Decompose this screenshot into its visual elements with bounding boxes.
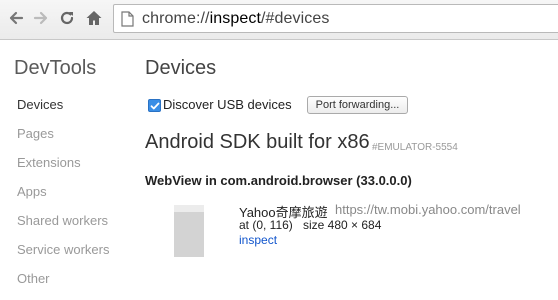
url-host: inspect bbox=[209, 10, 261, 27]
home-icon[interactable] bbox=[84, 8, 104, 28]
page-icon bbox=[121, 11, 134, 27]
url-path: /#devices bbox=[261, 10, 330, 27]
port-forwarding-button[interactable]: Port forwarding... bbox=[307, 96, 408, 114]
url-text[interactable]: chrome://inspect/#devices bbox=[142, 10, 330, 28]
sidebar-item-pages[interactable]: Pages bbox=[17, 126, 54, 141]
device-name: Android SDK built for x86 bbox=[145, 131, 370, 153]
discover-usb-checkbox[interactable] bbox=[148, 99, 161, 112]
browser-name: WebView in com.android.browser (33.0.0.0… bbox=[145, 173, 412, 188]
reload-icon[interactable] bbox=[57, 8, 77, 28]
sidebar-item-apps[interactable]: Apps bbox=[17, 184, 47, 199]
inspect-link[interactable]: inspect bbox=[239, 233, 277, 247]
back-arrow-icon[interactable] bbox=[6, 8, 26, 28]
sidebar-item-service-workers[interactable]: Service workers bbox=[17, 242, 109, 257]
device-serial: #EMULATOR-5554 bbox=[372, 142, 458, 153]
page-title: Devices bbox=[145, 57, 217, 79]
page-item-url: https://tw.mobi.yahoo.com/travel bbox=[335, 202, 521, 217]
page-item-position: at (0, 116) bbox=[239, 218, 293, 232]
page-thumbnail bbox=[174, 205, 204, 257]
forward-arrow-icon[interactable] bbox=[31, 8, 51, 28]
sidebar-item-shared-workers[interactable]: Shared workers bbox=[17, 213, 108, 228]
sidebar-item-other[interactable]: Other bbox=[17, 271, 50, 286]
address-bar[interactable]: chrome://inspect/#devices bbox=[113, 4, 558, 33]
sidebar-item-extensions[interactable]: Extensions bbox=[17, 155, 81, 170]
browser-toolbar: chrome://inspect/#devices bbox=[0, 0, 558, 40]
sidebar-item-devices[interactable]: Devices bbox=[17, 97, 63, 112]
checkmark-icon bbox=[150, 102, 159, 109]
page-item-size: size 480 × 684 bbox=[303, 218, 382, 232]
sidebar-title: DevTools bbox=[14, 57, 97, 79]
url-scheme: chrome:// bbox=[142, 10, 210, 27]
discover-usb-label[interactable]: Discover USB devices bbox=[163, 97, 292, 112]
